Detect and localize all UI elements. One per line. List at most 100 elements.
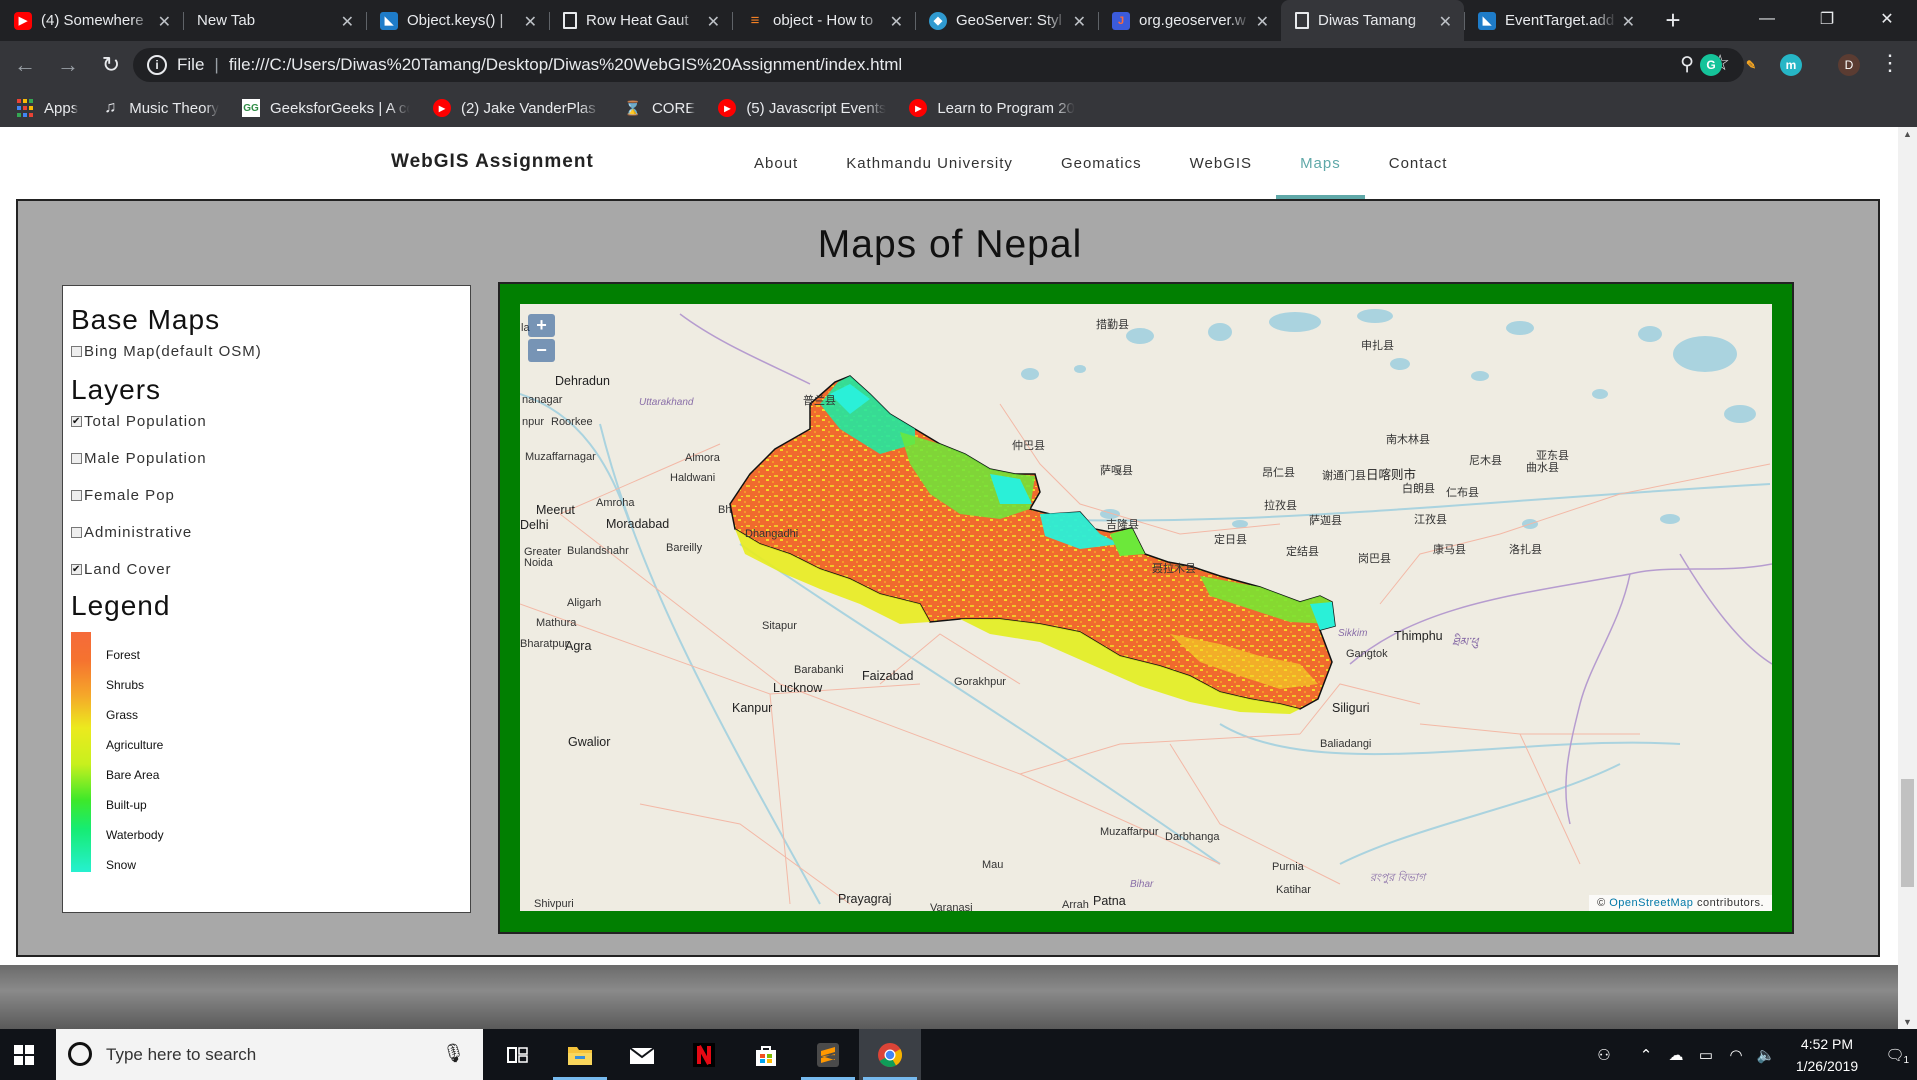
- bookmark-jake-vanderplas[interactable]: ▶ (2) Jake VanderPlas -: [432, 99, 601, 117]
- osm-link[interactable]: OpenStreetMap: [1609, 897, 1693, 909]
- browser-tab[interactable]: ≡ object - How to ✕: [732, 0, 915, 41]
- checkbox-checked[interactable]: ✔: [71, 563, 82, 575]
- nav-link-webgis[interactable]: WebGIS: [1166, 127, 1276, 199]
- browser-tab[interactable]: Row Heat Gaut ✕: [549, 0, 732, 41]
- nav-link-contact[interactable]: Contact: [1365, 127, 1472, 199]
- browser-tab[interactable]: ◣ Object.keys() | ✕: [366, 0, 549, 41]
- volume-icon[interactable]: 🔈: [1751, 1046, 1781, 1064]
- scroll-down-arrow-icon[interactable]: ▼: [1898, 1017, 1917, 1027]
- bookmark-geeksforgeeks[interactable]: GG GeeksforGeeks | A co: [241, 99, 410, 117]
- close-tab-icon[interactable]: ✕: [524, 12, 537, 32]
- place-label: 聂拉木县: [1152, 563, 1196, 575]
- minimize-icon[interactable]: —: [1737, 0, 1797, 38]
- show-hidden-icons-chevron[interactable]: ⌃: [1631, 1046, 1661, 1064]
- layer-checkbox-female-pop[interactable]: Female Pop: [71, 484, 462, 506]
- bookmark-apps[interactable]: Apps: [16, 99, 78, 117]
- bookmark-learn-to-program[interactable]: ▶ Learn to Program 20: [909, 99, 1075, 117]
- chrome-app[interactable]: [859, 1029, 921, 1080]
- battery-icon[interactable]: ▭: [1691, 1046, 1721, 1064]
- store-app[interactable]: [735, 1029, 797, 1080]
- bookmark-javascript-events[interactable]: ▶ (5) Javascript Events T: [718, 99, 886, 117]
- info-icon[interactable]: i: [147, 55, 167, 75]
- browser-tab-active[interactable]: Diwas Tamang ✕: [1281, 0, 1464, 41]
- browser-tab[interactable]: ▶ (4) Somewhere ✕: [0, 0, 183, 41]
- page-scrollbar[interactable]: ▲ ▼: [1898, 127, 1917, 1029]
- new-tab-button[interactable]: +: [1653, 0, 1693, 41]
- taskbar-search-box[interactable]: Type here to search 🎙: [56, 1029, 483, 1080]
- taskbar-clock[interactable]: 4:52 PM 1/26/2019: [1781, 1033, 1873, 1077]
- forward-arrow-icon[interactable]: →: [50, 47, 86, 83]
- people-icon[interactable]: ⚇: [1589, 1046, 1619, 1064]
- checkbox-unchecked[interactable]: [71, 452, 82, 464]
- checkbox-unchecked[interactable]: [71, 489, 82, 501]
- place-label: 定结县: [1286, 546, 1319, 558]
- menu-kebab-icon[interactable]: ⋮: [1879, 52, 1901, 74]
- reload-icon[interactable]: ↻: [93, 47, 129, 83]
- close-tab-icon[interactable]: ✕: [1256, 12, 1269, 32]
- zoom-icon[interactable]: ⚲: [1680, 53, 1694, 76]
- address-bar[interactable]: i File | file:///C:/Users/Diwas%20Tamang…: [133, 48, 1744, 82]
- onedrive-cloud-icon[interactable]: ☁: [1661, 1046, 1691, 1064]
- tab-title: Diwas Tamang: [1318, 12, 1417, 29]
- mendeley-icon[interactable]: m: [1780, 54, 1802, 76]
- map-viewport[interactable]: Dehradun Uttarakhand nanagar Roorkee npu…: [520, 304, 1772, 911]
- nav-link-kathmandu-university[interactable]: Kathmandu University: [822, 127, 1037, 199]
- place-label: Lucknow: [773, 681, 823, 695]
- nav-link-maps[interactable]: Maps: [1276, 127, 1365, 199]
- task-view-button[interactable]: [487, 1029, 549, 1080]
- close-tab-icon[interactable]: ✕: [707, 12, 720, 32]
- bookmark-core[interactable]: ⌛ CORE: [624, 99, 695, 117]
- site-brand[interactable]: WebGIS Assignment: [391, 151, 594, 173]
- checkbox-label: Female Pop: [84, 486, 175, 504]
- microphone-icon[interactable]: 🎙: [442, 1043, 465, 1064]
- zoom-out-button[interactable]: −: [528, 339, 555, 362]
- nav-link-geomatics[interactable]: Geomatics: [1037, 127, 1166, 199]
- close-window-icon[interactable]: ✕: [1857, 0, 1917, 38]
- place-label: Almora: [685, 452, 720, 464]
- place-label: Roorkee: [551, 416, 593, 428]
- close-tab-icon[interactable]: ✕: [158, 12, 171, 32]
- tab-title: New Tab: [197, 12, 256, 29]
- zoom-in-button[interactable]: +: [528, 314, 555, 337]
- maximize-icon[interactable]: ❐: [1797, 0, 1857, 38]
- nav-link-about[interactable]: About: [730, 127, 822, 199]
- close-tab-icon[interactable]: ✕: [1439, 12, 1452, 32]
- close-tab-icon[interactable]: ✕: [1073, 12, 1086, 32]
- close-tab-icon[interactable]: ✕: [1622, 12, 1635, 32]
- browser-tab[interactable]: ◆ GeoServer: Styl ✕: [915, 0, 1098, 41]
- url-text[interactable]: file:///C:/Users/Diwas%20Tamang/Desktop/…: [229, 55, 902, 75]
- checkbox-checked[interactable]: ✔: [71, 415, 82, 427]
- checkbox-label: Bing Map(default OSM): [84, 342, 262, 360]
- scrollbar-thumb[interactable]: [1901, 779, 1914, 887]
- action-center-icon[interactable]: 🗨 1: [1873, 1046, 1917, 1066]
- layer-checkbox-land-cover[interactable]: ✔ Land Cover: [71, 558, 462, 580]
- scroll-up-arrow-icon[interactable]: ▲: [1898, 129, 1917, 139]
- file-explorer-app[interactable]: [549, 1029, 611, 1080]
- profile-avatar[interactable]: D: [1838, 54, 1860, 76]
- legend-label: Agriculture: [106, 738, 164, 752]
- grammarly-icon[interactable]: G: [1700, 54, 1722, 76]
- close-tab-icon[interactable]: ✕: [341, 12, 354, 32]
- base-map-checkbox[interactable]: Bing Map(default OSM): [71, 340, 462, 362]
- extension-icon[interactable]: ✎: [1740, 54, 1762, 76]
- layer-checkbox-administrative[interactable]: Administrative: [71, 521, 462, 543]
- sublime-text-app[interactable]: [797, 1029, 859, 1080]
- wifi-icon[interactable]: ◠: [1721, 1046, 1751, 1064]
- checkbox-unchecked[interactable]: [71, 345, 82, 357]
- legend-label: Bare Area: [106, 768, 160, 782]
- mail-app[interactable]: [611, 1029, 673, 1080]
- close-tab-icon[interactable]: ✕: [890, 12, 903, 32]
- task-view-icon: [507, 1046, 528, 1063]
- checkbox-unchecked[interactable]: [71, 526, 82, 538]
- browser-tab[interactable]: ◣ EventTarget.add ✕: [1464, 0, 1647, 41]
- layer-checkbox-male-population[interactable]: Male Population: [71, 447, 462, 469]
- layer-checkbox-total-population[interactable]: ✔ Total Population: [71, 410, 462, 432]
- bookmark-music-theory[interactable]: ♫ Music Theory: [101, 99, 219, 117]
- place-label: Varanasi: [930, 902, 973, 911]
- back-arrow-icon[interactable]: ←: [7, 47, 43, 83]
- browser-tab[interactable]: New Tab ✕: [183, 0, 366, 41]
- netflix-app[interactable]: [673, 1029, 735, 1080]
- legend-color-ramp: [71, 632, 91, 872]
- browser-tab[interactable]: J org.geoserver.w ✕: [1098, 0, 1281, 41]
- windows-start-button[interactable]: [0, 1029, 48, 1080]
